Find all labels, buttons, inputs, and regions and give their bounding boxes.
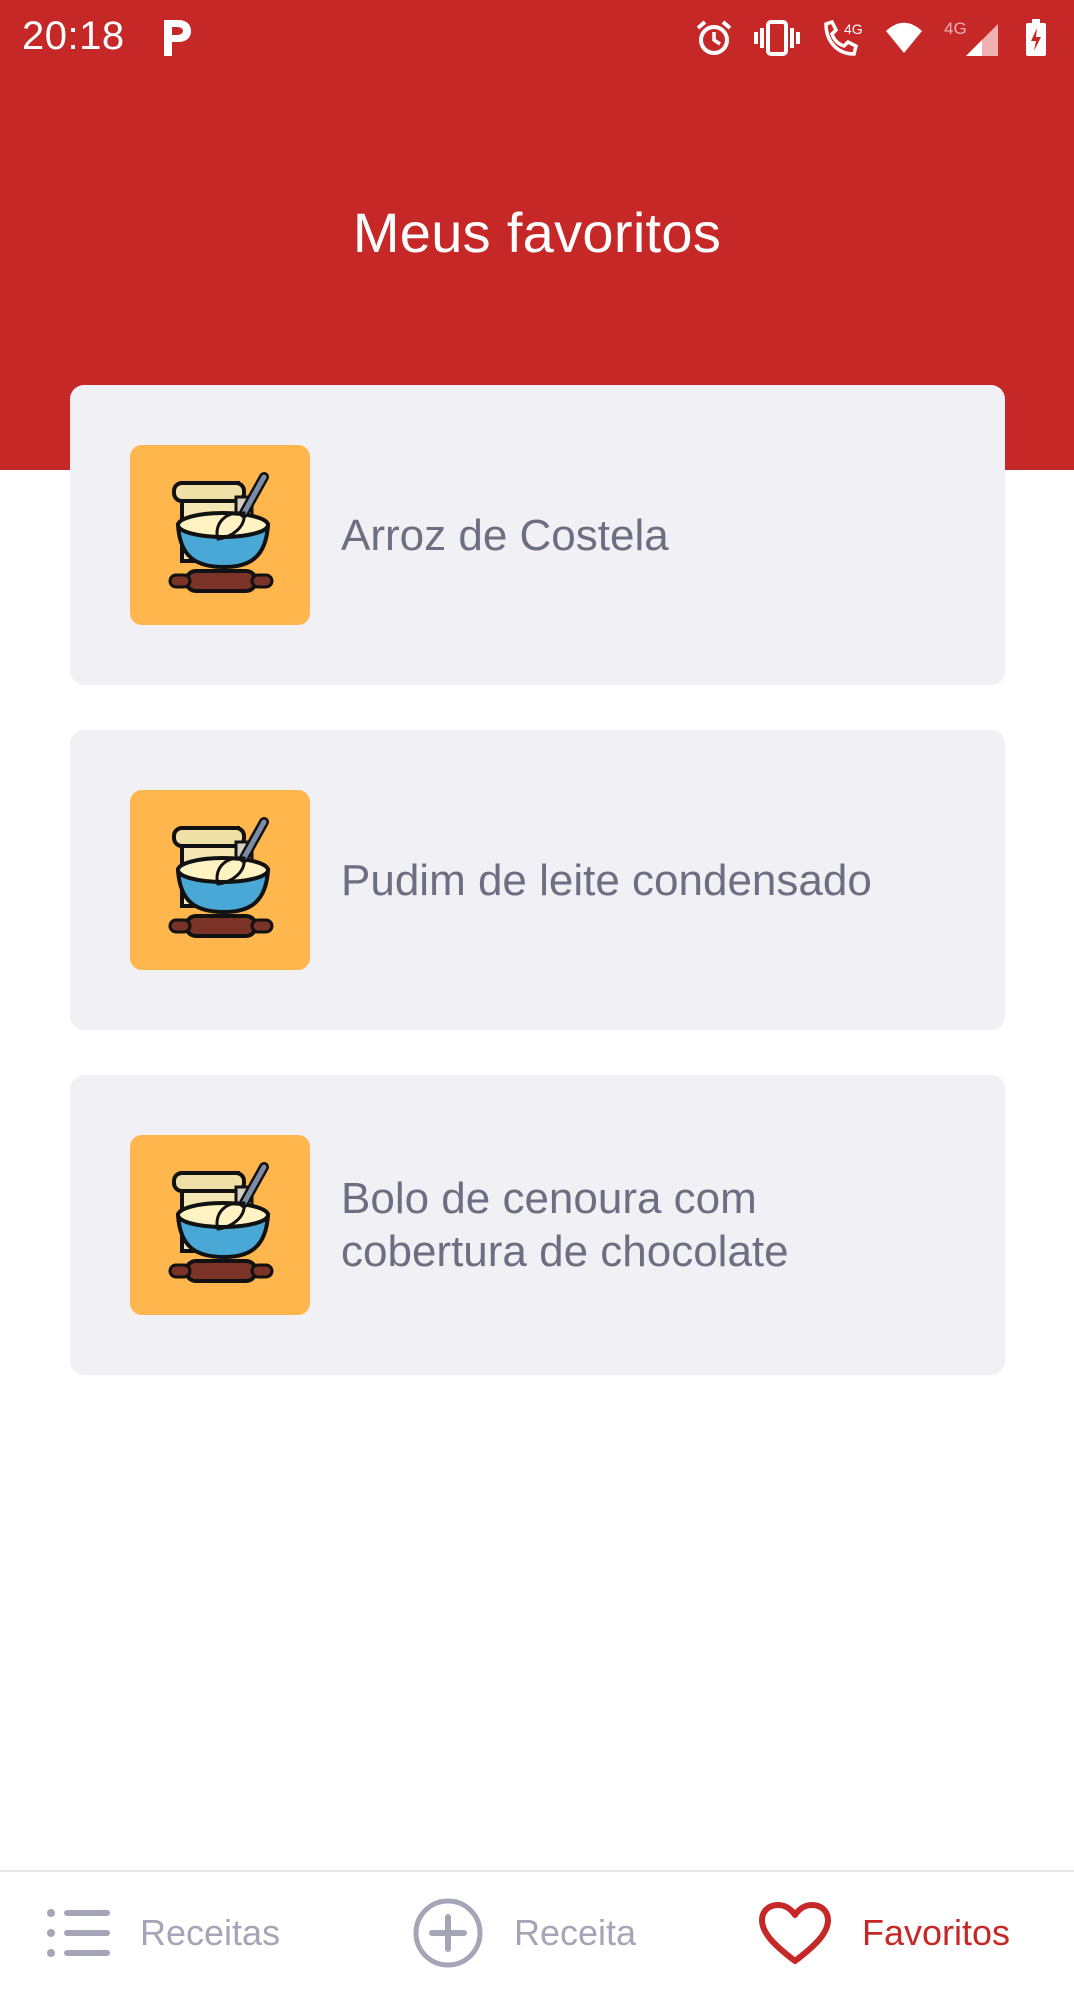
page-title: Meus favoritos xyxy=(352,201,722,264)
cell-signal-icon: 4G xyxy=(944,19,998,56)
wifi-call-icon: 4G xyxy=(824,19,863,56)
favorite-card[interactable]: Arroz de Costela xyxy=(70,385,1005,685)
favorite-card[interactable]: Bolo de cenoura com cobertura de chocola… xyxy=(70,1075,1005,1375)
recipe-baking-icon xyxy=(130,790,310,970)
list-icon xyxy=(47,1909,110,1957)
favorite-title: Arroz de Costela xyxy=(341,510,669,560)
recipe-baking-icon xyxy=(130,1135,310,1315)
nav-item-receita[interactable]: Receita xyxy=(412,1872,636,1992)
nav-item-favoritos[interactable]: Favoritos xyxy=(758,1872,1010,1992)
battery-charging-icon xyxy=(1026,19,1046,56)
svg-text:4G: 4G xyxy=(844,21,863,37)
nav-item-receitas[interactable]: Receitas xyxy=(46,1872,280,1992)
app-screen: 20:18 4G 4G Meus favoritos Arroz de Cost… xyxy=(0,0,1074,1992)
nav-label-favoritos: Favoritos xyxy=(862,1912,1011,1953)
favorite-title: Bolo de cenoura com cobertura de chocola… xyxy=(341,1174,789,1276)
favorite-card[interactable]: Pudim de leite condensado xyxy=(70,730,1005,1030)
wifi-icon xyxy=(886,22,922,53)
svg-text:4G: 4G xyxy=(944,19,967,38)
nav-label-receita: Receita xyxy=(514,1912,637,1953)
alarm-icon xyxy=(696,20,732,55)
plus-circle-icon xyxy=(413,1898,483,1968)
favorite-title: Pudim de leite condensado xyxy=(341,855,872,905)
nav-label-receitas: Receitas xyxy=(140,1912,281,1953)
status-time: 20:18 xyxy=(22,14,125,58)
favorites-list: Arroz de Costela Pudim de leite condensa… xyxy=(70,385,1005,1420)
status-icons: 4G 4G xyxy=(694,16,1048,60)
bottom-navigation: Receitas Receita Favoritos xyxy=(0,1870,1074,1992)
recipe-baking-icon xyxy=(130,445,310,625)
heart-icon xyxy=(759,1902,831,1964)
vibrate-icon xyxy=(754,20,800,56)
status-bar: 20:18 4G 4G xyxy=(0,0,1074,76)
parking-app-icon xyxy=(164,20,191,56)
